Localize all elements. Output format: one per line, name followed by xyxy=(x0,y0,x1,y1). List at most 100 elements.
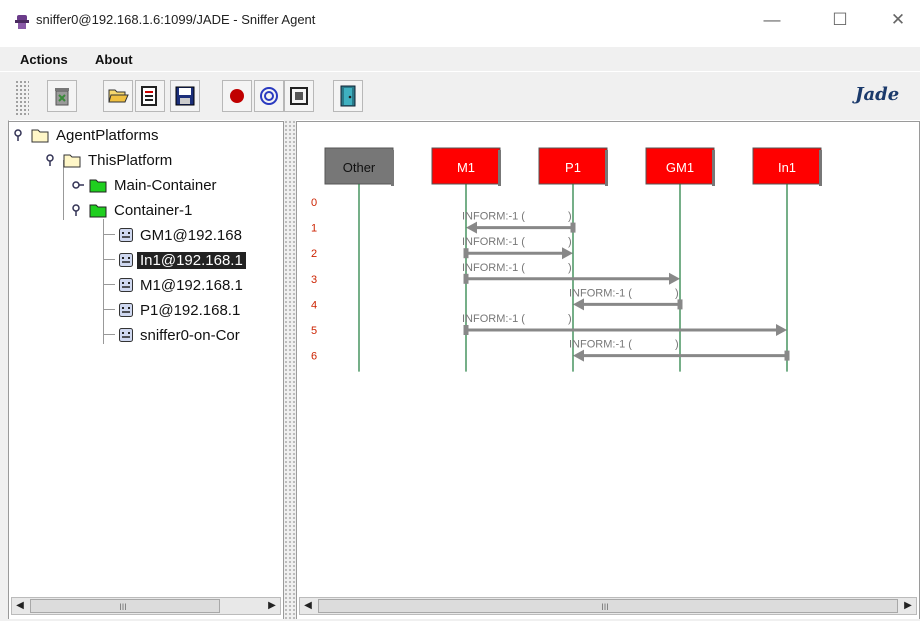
message-arrowhead xyxy=(776,324,787,336)
message-arrow[interactable]: INFORM:-1 () xyxy=(569,287,683,311)
message-label: INFORM:-1 ( xyxy=(462,313,525,325)
message-label-paren: ) xyxy=(568,313,572,325)
row-number-label: 2 xyxy=(311,248,317,260)
clear-canvas-button[interactable] xyxy=(47,80,77,112)
tree-node-label: Container-1 xyxy=(114,201,193,219)
row-number-label: 0 xyxy=(311,197,317,209)
agent-face-icon xyxy=(119,278,133,292)
tree-node-agent-gm1[interactable]: GM1@192.168 xyxy=(119,224,245,246)
save-icon xyxy=(175,86,195,106)
minimize-button[interactable]: — xyxy=(752,6,792,34)
split-pane-divider[interactable] xyxy=(284,120,296,621)
open-folder-icon xyxy=(108,89,129,103)
message-start-tick xyxy=(463,325,469,335)
save-button[interactable] xyxy=(170,80,200,112)
container-folder-icon xyxy=(89,179,107,192)
message-start-tick xyxy=(463,273,469,284)
agent-box-shadow xyxy=(712,150,715,186)
message-arrowhead xyxy=(573,349,584,362)
tree-line xyxy=(103,219,104,344)
row-number-label: 3 xyxy=(311,274,317,286)
message-arrow[interactable]: INFORM:-1 () xyxy=(462,211,576,234)
tree-node-agent-p1[interactable]: P1@192.168.1 xyxy=(119,299,243,321)
message-label-paren: ) xyxy=(568,236,572,248)
menu-actions[interactable]: Actions xyxy=(20,52,68,67)
canvas-hscrollbar[interactable]: ◀ III ▶ xyxy=(299,597,917,615)
tree-node-label: Main-Container xyxy=(114,176,217,194)
tree-node-label: In1@192.168.1 xyxy=(137,251,246,269)
agent-tree-panel[interactable]: AgentPlatforms ThisPlatform Main-Contain… xyxy=(8,121,284,621)
agent-box-label: GM1 xyxy=(666,160,694,175)
exit-button[interactable] xyxy=(333,80,363,112)
sniffer-canvas-panel[interactable]: Other M1 P1 GM1 In1 0 1 2 3 4 5 6 INFORM:-1 () INFORM… xyxy=(296,121,920,621)
message-arrowhead xyxy=(669,272,680,285)
exit-door-icon xyxy=(340,85,356,107)
maximize-button[interactable]: ☐ xyxy=(820,6,860,34)
message-sequence-canvas: Other M1 P1 GM1 In10123456INFORM:-1 ()INFORM… xyxy=(311,147,822,372)
tree-node-agentplatforms[interactable]: AgentPlatforms xyxy=(13,124,162,146)
record-button[interactable] xyxy=(222,80,252,112)
open-button[interactable] xyxy=(103,80,133,112)
close-button[interactable]: ✕ xyxy=(878,6,918,34)
trash-icon xyxy=(55,88,69,106)
tree-line xyxy=(103,259,115,260)
agent-box-label: In1 xyxy=(778,160,796,175)
expand-key-icon xyxy=(14,129,22,141)
scroll-left-arrow-icon[interactable]: ◀ xyxy=(12,598,28,614)
tree-line xyxy=(103,309,115,310)
message-arrowhead xyxy=(573,298,584,311)
message-start-tick xyxy=(784,350,790,361)
window-title: sniffer0@192.168.1.6:1099/JADE - Sniffer… xyxy=(36,12,316,27)
row-number-label: 5 xyxy=(311,325,317,337)
view-message-button[interactable] xyxy=(135,80,165,112)
swirl-icon xyxy=(260,87,278,105)
scroll-right-arrow-icon[interactable]: ▶ xyxy=(264,598,280,614)
agent-face-icon xyxy=(119,303,133,317)
message-label: INFORM:-1 ( xyxy=(462,211,525,223)
stop-sniff-button[interactable] xyxy=(284,80,314,112)
thumb-grip: III xyxy=(119,602,127,612)
tree-node-agent-in1[interactable]: In1@192.168.1 xyxy=(119,249,246,271)
tree-node-main-container[interactable]: Main-Container xyxy=(71,174,220,196)
document-icon xyxy=(141,86,157,106)
scroll-right-arrow-icon[interactable]: ▶ xyxy=(900,598,916,614)
scroll-left-arrow-icon[interactable]: ◀ xyxy=(300,598,316,614)
message-arrow[interactable]: INFORM:-1 () xyxy=(462,313,787,336)
frame-icon xyxy=(290,87,308,105)
menu-about[interactable]: About xyxy=(95,52,133,67)
title-bar: sniffer0@192.168.1.6:1099/JADE - Sniffer… xyxy=(0,0,920,40)
tree-line xyxy=(103,334,115,335)
container-folder-icon xyxy=(89,204,107,217)
agent-box-shadow xyxy=(605,150,608,186)
tree-node-thisplatform[interactable]: ThisPlatform xyxy=(45,149,175,171)
sniffer-agent-icon xyxy=(15,15,29,29)
collapse-key-icon xyxy=(72,181,84,189)
toolbar-grip[interactable] xyxy=(15,80,29,116)
message-label: INFORM:-1 ( xyxy=(462,262,525,274)
message-arrow[interactable]: INFORM:-1 () xyxy=(462,262,680,285)
tree-node-agent-sniffer0[interactable]: sniffer0-on-Cor xyxy=(119,324,243,346)
canvas-scroll-thumb[interactable]: III xyxy=(318,599,898,613)
menu-bar: Actions About xyxy=(0,47,920,71)
message-label-paren: ) xyxy=(675,287,679,299)
tree-node-agent-m1[interactable]: M1@192.168.1 xyxy=(119,274,246,296)
agent-box-shadow xyxy=(498,150,501,186)
message-label: INFORM:-1 ( xyxy=(569,339,632,351)
message-label: INFORM:-1 ( xyxy=(462,236,525,248)
tree-node-label: AgentPlatforms xyxy=(56,126,159,144)
agent-box-label: Other xyxy=(343,160,376,175)
tree-node-container-1[interactable]: Container-1 xyxy=(71,199,195,221)
row-number-label: 4 xyxy=(311,299,317,311)
sniff-button[interactable] xyxy=(254,80,284,112)
message-start-tick xyxy=(463,248,469,259)
tree-node-label: sniffer0-on-Cor xyxy=(140,326,240,344)
tree-line xyxy=(103,284,115,285)
tree-hscrollbar[interactable]: ◀ III ▶ xyxy=(11,597,281,615)
message-arrow[interactable]: INFORM:-1 () xyxy=(462,236,573,260)
message-arrow[interactable]: INFORM:-1 () xyxy=(569,339,790,362)
folder-open-icon xyxy=(63,154,81,167)
agent-box-shadow xyxy=(819,150,822,186)
message-arrowhead xyxy=(562,247,573,260)
folder-open-icon xyxy=(31,129,49,142)
tree-scroll-thumb[interactable]: III xyxy=(30,599,220,613)
